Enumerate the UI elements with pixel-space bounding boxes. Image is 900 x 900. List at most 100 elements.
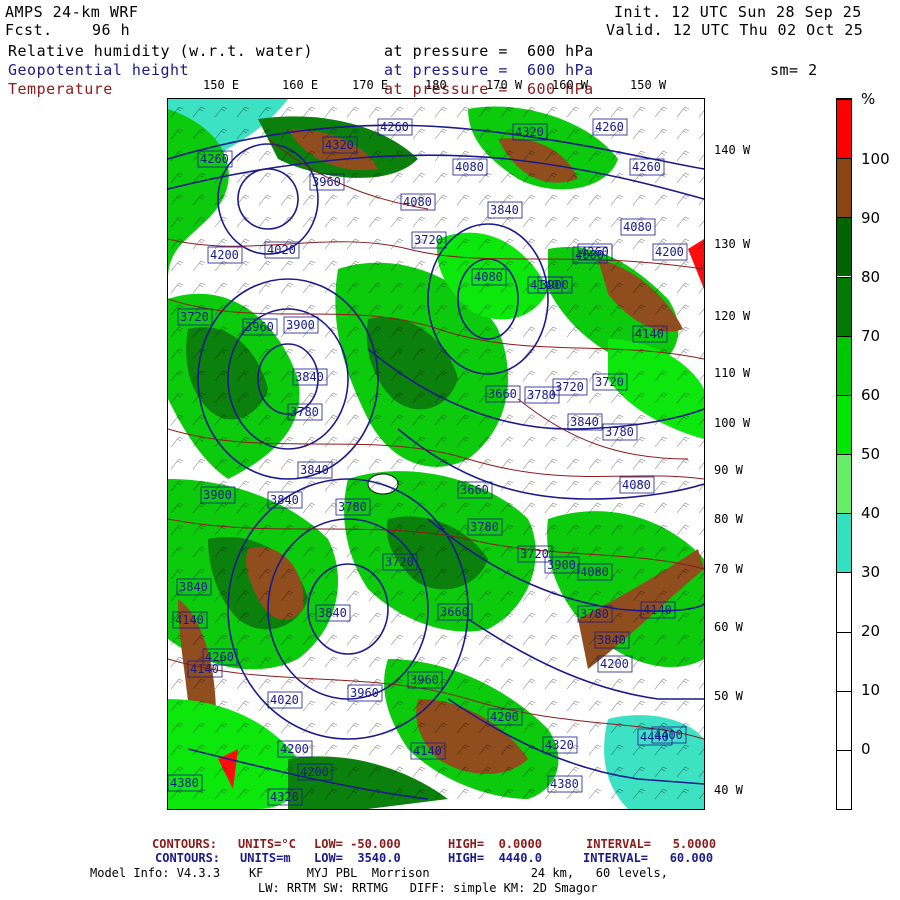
lat-tick: 90 W [714, 463, 743, 477]
svg-text:4260: 4260 [380, 120, 409, 134]
colorbar-label: 70 [861, 327, 881, 345]
svg-text:3840: 3840 [318, 606, 347, 620]
contour-label: 4200 [297, 763, 333, 781]
svg-text:4020: 4020 [270, 693, 299, 707]
svg-text:3960: 3960 [245, 320, 274, 334]
contour-label: 3840 [487, 201, 523, 219]
contour-label: 3840 [292, 368, 328, 386]
temp-contours-units: UNITS=°C [238, 837, 296, 851]
contour-label: 3840 [297, 461, 333, 479]
contour-label: 4080 [452, 158, 488, 176]
lat-tick: 110 W [714, 366, 751, 380]
contour-label: 4020 [264, 241, 300, 259]
height-contours-interval: INTERVAL= 60.000 [583, 851, 714, 865]
contour-label: 4320 [512, 123, 548, 141]
svg-text:3660: 3660 [488, 387, 517, 401]
svg-text:3720: 3720 [414, 233, 443, 247]
field-name-temperature: Temperature [8, 80, 113, 98]
height-contours-units: UNITS=m [240, 851, 291, 865]
svg-text:4080: 4080 [580, 565, 609, 579]
svg-text:3780: 3780 [338, 500, 367, 514]
contour-label: 3840 [176, 578, 212, 596]
contour-label: 4140 [632, 325, 668, 343]
contour-label: 4080 [577, 563, 613, 581]
contour-label: 4140 [410, 742, 446, 760]
humidity-colorbar [836, 98, 852, 810]
contour-label: 4260 [377, 118, 413, 136]
lon-tick: 150 E [203, 78, 240, 92]
weather-map: 4260 4320 4260 4320 4260 4080 4080 3960 4260 4200… [167, 98, 705, 810]
colorbar-segment [837, 217, 851, 277]
svg-text:3960: 3960 [410, 673, 439, 687]
svg-text:4260: 4260 [632, 160, 661, 174]
contour-label: 4320 [267, 788, 303, 806]
contour-label: 4020 [267, 691, 303, 709]
contour-label: 3900 [283, 316, 319, 334]
svg-text:3840: 3840 [597, 633, 626, 647]
lon-tick: 160 W [552, 78, 589, 92]
svg-text:4400: 4400 [654, 728, 683, 742]
colorbar-segment [837, 99, 851, 159]
svg-text:4140: 4140 [190, 662, 219, 676]
lat-tick: 140 W [714, 143, 751, 157]
contour-label: 4080 [400, 193, 436, 211]
svg-text:4380: 4380 [170, 776, 199, 790]
contour-label: 3720 [382, 553, 418, 571]
svg-text:3720: 3720 [385, 555, 414, 569]
svg-text:3780: 3780 [470, 520, 499, 534]
svg-text:3840: 3840 [295, 370, 324, 384]
model-info: Model Info: V4.3.3 KF MYJ PBL Morrison 2… [90, 866, 668, 880]
colorbar-label: 90 [861, 209, 881, 227]
svg-text:4200: 4200 [490, 710, 519, 724]
svg-text:3840: 3840 [570, 415, 599, 429]
svg-text:4260: 4260 [595, 120, 624, 134]
colorbar-label: 0 [861, 740, 871, 758]
colorbar-label: 50 [861, 445, 881, 463]
contour-label: 3960 [407, 671, 443, 689]
model-info-physics: LW: RRTM SW: RRTMG DIFF: simple KM: 2D S… [258, 881, 598, 895]
lat-tick: 70 W [714, 562, 743, 576]
init-time: Init. 12 UTC Sun 28 Sep 25 [614, 3, 862, 21]
model-title: AMPS 24-km WRF [5, 3, 139, 21]
svg-text:3720: 3720 [595, 375, 624, 389]
svg-text:3900: 3900 [547, 558, 576, 572]
svg-text:4200: 4200 [300, 765, 329, 779]
svg-text:3960: 3960 [312, 175, 341, 189]
svg-text:4200: 4200 [210, 248, 239, 262]
svg-text:3720: 3720 [555, 380, 584, 394]
contour-label: 4200 [652, 243, 688, 261]
contour-label: 3960 [347, 684, 383, 702]
contour-label: 4200 [277, 740, 313, 758]
contour-label: 3780 [602, 423, 638, 441]
colorbar-segment [837, 394, 851, 454]
contour-label: 3720 [552, 378, 588, 396]
contour-label: 3840 [594, 631, 630, 649]
contour-label: 4140 [172, 611, 208, 629]
colorbar-segment [837, 158, 851, 218]
valid-time: Valid. 12 UTC Thu 02 Oct 25 [606, 21, 864, 39]
height-contours-high: HIGH= 4440.0 [448, 851, 542, 865]
contour-label: 3780 [467, 518, 503, 536]
colorbar-label: 100 [861, 150, 890, 168]
svg-text:3720: 3720 [180, 310, 209, 324]
temp-contours-low: LOW= -50.000 [314, 837, 401, 851]
svg-text:3840: 3840 [270, 493, 299, 507]
svg-text:4080: 4080 [623, 220, 652, 234]
contour-label: 4380 [547, 775, 583, 793]
field-name-height: Geopotential height [8, 61, 190, 79]
contour-label: 4140 [640, 601, 676, 619]
field-name-rh: Relative humidity (w.r.t. water) [8, 42, 313, 60]
lat-tick: 130 W [714, 237, 751, 251]
svg-text:3960: 3960 [350, 686, 379, 700]
svg-text:3900: 3900 [540, 278, 569, 292]
svg-text:3660: 3660 [460, 483, 489, 497]
contour-label: 4200 [487, 708, 523, 726]
svg-text:3840: 3840 [490, 203, 519, 217]
svg-text:3780: 3780 [580, 607, 609, 621]
contour-label: 4200 [207, 246, 243, 264]
colorbar-segment [837, 335, 851, 395]
svg-text:4140: 4140 [643, 603, 672, 617]
contour-label: 3900 [537, 276, 573, 294]
lon-tick: 150 W [630, 78, 667, 92]
lon-tick: 180 [425, 78, 447, 92]
